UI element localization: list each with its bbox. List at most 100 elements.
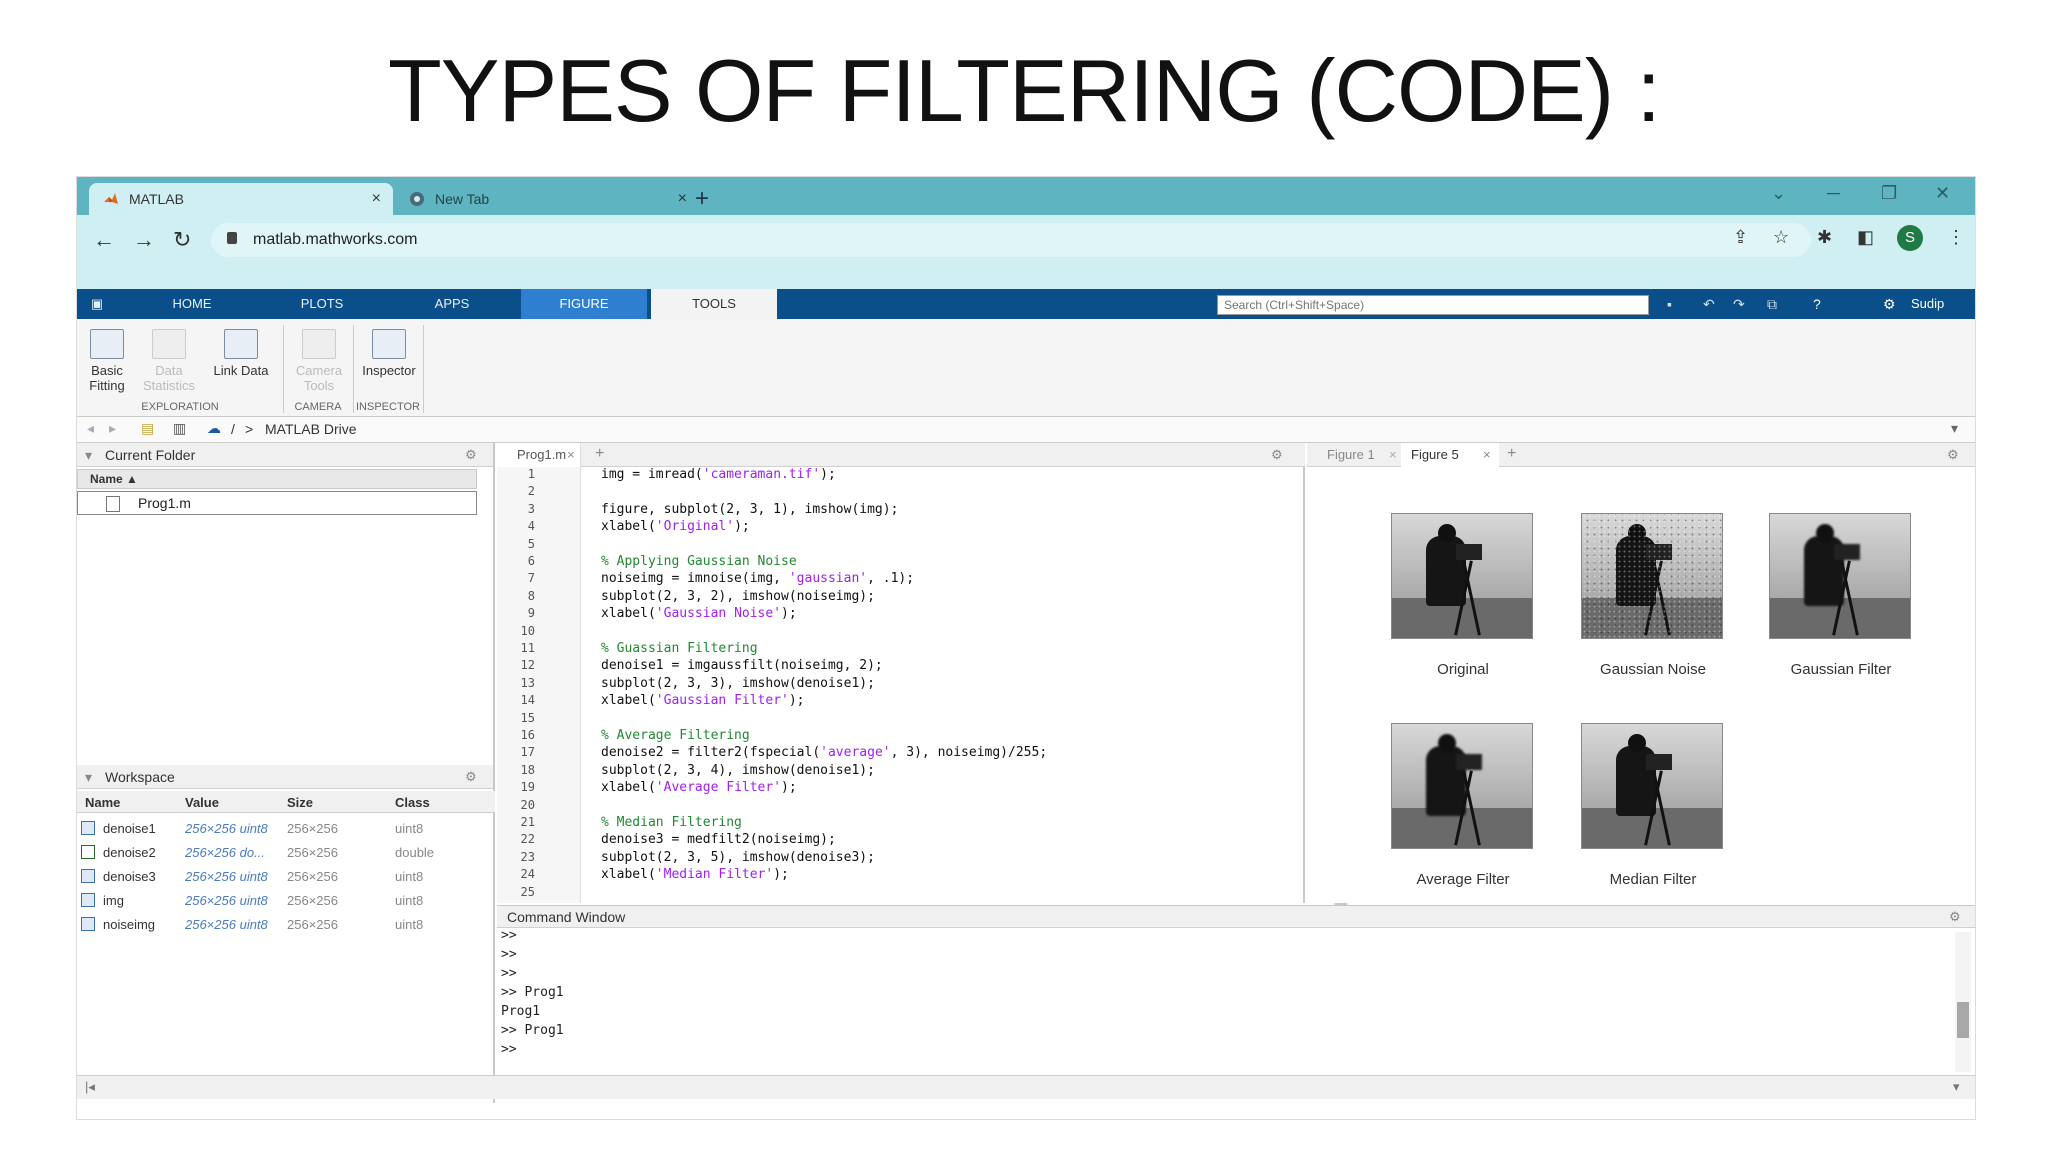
reload-icon[interactable]: ↻ bbox=[173, 227, 191, 253]
code-line[interactable]: 2 bbox=[497, 484, 1287, 503]
path-folder[interactable]: MATLAB Drive bbox=[265, 421, 357, 437]
editor-tab[interactable]: Prog1.m × bbox=[497, 443, 581, 467]
code-line[interactable]: 11 % Guassian Filtering bbox=[497, 641, 1287, 660]
chevron-down-icon[interactable]: ▾ bbox=[1951, 420, 1958, 437]
workspace-row[interactable]: denoise3 256×256 uint8 256×256 uint8 bbox=[77, 865, 495, 889]
tab-tools[interactable]: TOOLS bbox=[651, 289, 777, 319]
restore-icon[interactable]: ❐ bbox=[1881, 183, 1897, 204]
browser-tab-matlab[interactable]: MATLAB × bbox=[89, 183, 393, 215]
workspace-row[interactable]: denoise1 256×256 uint8 256×256 uint8 bbox=[77, 817, 495, 841]
code-line[interactable]: 12 denoise1 = imgaussfilt(noiseimg, 2); bbox=[497, 658, 1287, 677]
side-panel-icon[interactable]: ◧ bbox=[1857, 227, 1874, 248]
code-line[interactable]: 19 xlabel('Average Filter'); bbox=[497, 780, 1287, 799]
column-name[interactable]: Name bbox=[85, 795, 120, 810]
workspace-header[interactable]: ▾ Workspace ⚙ bbox=[77, 765, 493, 789]
star-icon[interactable]: ☆ bbox=[1773, 227, 1789, 248]
profile-avatar[interactable]: S bbox=[1897, 225, 1923, 251]
forward-arrow-icon[interactable]: ▸ bbox=[109, 420, 116, 437]
browse-folder-icon[interactable]: ▥ bbox=[173, 420, 186, 437]
more-menu-icon[interactable]: ⋮ bbox=[1947, 227, 1965, 248]
code-line[interactable]: 23 subplot(2, 3, 5), imshow(denoise3); bbox=[497, 850, 1287, 869]
collapse-icon[interactable]: ▾ bbox=[85, 769, 92, 786]
column-size[interactable]: Size bbox=[287, 795, 313, 810]
forward-arrow-icon[interactable]: → bbox=[133, 227, 155, 253]
figure-tab-active[interactable]: Figure 5 × bbox=[1401, 443, 1499, 467]
code-line[interactable]: 3 figure, subplot(2, 3, 1), imshow(img); bbox=[497, 502, 1287, 521]
status-collapse-icon[interactable]: ▾ bbox=[1953, 1079, 1960, 1095]
gear-icon[interactable]: ⚙ bbox=[1271, 447, 1283, 463]
tab-plots[interactable]: PLOTS bbox=[267, 289, 377, 319]
back-arrow-icon[interactable]: ← bbox=[93, 227, 115, 253]
new-figure-tab-icon[interactable]: + bbox=[1507, 445, 1516, 463]
column-value[interactable]: Value bbox=[185, 795, 219, 810]
camera-tools-button[interactable]: Camera Tools bbox=[289, 329, 349, 393]
redo-icon[interactable]: ↷ bbox=[1733, 296, 1745, 313]
code-line[interactable]: 9 xlabel('Gaussian Noise'); bbox=[497, 606, 1287, 625]
tab-figure[interactable]: FIGURE bbox=[521, 289, 647, 319]
gear-icon[interactable]: ⚙ bbox=[1949, 909, 1961, 925]
address-bar[interactable]: matlab.mathworks.com bbox=[211, 223, 1811, 257]
collapse-icon[interactable]: ▾ bbox=[85, 447, 92, 464]
window-close-icon[interactable]: ✕ bbox=[1935, 183, 1950, 204]
scrollbar-thumb[interactable] bbox=[1957, 1002, 1969, 1038]
layout-icon[interactable]: ▣ bbox=[77, 289, 117, 319]
gear-icon[interactable]: ⚙ bbox=[465, 769, 477, 785]
close-tab-icon[interactable]: × bbox=[372, 190, 381, 208]
figure-tab[interactable]: Figure 1 bbox=[1327, 447, 1375, 462]
code-line[interactable]: 15 bbox=[497, 711, 1287, 730]
workspace-row[interactable]: noiseimg 256×256 uint8 256×256 uint8 bbox=[77, 913, 495, 937]
user-menu[interactable]: Sudip bbox=[1911, 296, 1944, 311]
save-icon[interactable]: ▪ bbox=[1667, 296, 1672, 312]
code-line[interactable]: 18 subplot(2, 3, 4), imshow(denoise1); bbox=[497, 763, 1287, 782]
command-window-scrollbar[interactable] bbox=[1955, 932, 1971, 1072]
data-statistics-button[interactable]: Data Statistics bbox=[139, 329, 199, 393]
inspector-button[interactable]: Inspector bbox=[359, 329, 419, 378]
close-icon[interactable]: × bbox=[1389, 447, 1397, 462]
path-root[interactable]: / bbox=[231, 421, 235, 437]
code-line[interactable]: 8 subplot(2, 3, 2), imshow(noiseimg); bbox=[497, 589, 1287, 608]
close-icon[interactable]: × bbox=[1483, 447, 1491, 462]
code-line[interactable]: 5 bbox=[497, 537, 1287, 556]
tab-apps[interactable]: APPS bbox=[397, 289, 507, 319]
new-file-tab-icon[interactable]: + bbox=[595, 445, 604, 463]
workspace-row[interactable]: img 256×256 uint8 256×256 uint8 bbox=[77, 889, 495, 913]
current-folder-header[interactable]: ▾ Current Folder ⚙ bbox=[77, 443, 493, 467]
file-item[interactable]: Prog1.m bbox=[77, 491, 477, 515]
code-line[interactable]: 17 denoise2 = filter2(fspecial('average',… bbox=[497, 745, 1287, 764]
command-window[interactable]: Command Window ⚙ >> >> >> >> Prog1 Prog1… bbox=[497, 905, 1975, 1075]
close-icon[interactable]: × bbox=[567, 447, 575, 462]
basic-fitting-button[interactable]: Basic Fitting bbox=[77, 329, 137, 393]
gear-icon[interactable]: ⚙ bbox=[465, 447, 477, 463]
code-line[interactable]: 24 xlabel('Median Filter'); bbox=[497, 867, 1287, 886]
code-line[interactable]: 14 xlabel('Gaussian Filter'); bbox=[497, 693, 1287, 712]
code-line[interactable]: 6 % Applying Gaussian Noise bbox=[497, 554, 1287, 573]
folder-column-header[interactable]: Name ▲ bbox=[77, 469, 477, 489]
workspace-row[interactable]: denoise2 256×256 do... 256×256 double bbox=[77, 841, 495, 865]
folder-up-icon[interactable]: ▤ bbox=[141, 420, 154, 437]
code-line[interactable]: 21 % Median Filtering bbox=[497, 815, 1287, 834]
extensions-icon[interactable]: ✱ bbox=[1817, 227, 1832, 248]
link-data-button[interactable]: Link Data bbox=[203, 329, 279, 378]
new-tab-button[interactable]: + bbox=[695, 185, 709, 213]
code-line[interactable]: 1 img = imread('cameraman.tif'); bbox=[497, 467, 1287, 486]
code-line[interactable]: 4 xlabel('Original'); bbox=[497, 519, 1287, 538]
close-tab-icon[interactable]: × bbox=[678, 190, 687, 208]
chevron-down-icon[interactable]: ⌄ bbox=[1771, 183, 1786, 204]
code-line[interactable]: 25 bbox=[497, 885, 1287, 904]
code-line[interactable]: 13 subplot(2, 3, 3), imshow(denoise1); bbox=[497, 676, 1287, 695]
share-icon[interactable]: ⇪ bbox=[1733, 227, 1748, 248]
undo-icon[interactable]: ↶ bbox=[1703, 296, 1715, 313]
column-name[interactable]: Name ▲ bbox=[90, 472, 138, 486]
code-line[interactable]: 7 noiseimg = imnoise(img, 'gaussian', .1)… bbox=[497, 571, 1287, 590]
tab-home[interactable]: HOME bbox=[137, 289, 247, 319]
gear-icon[interactable]: ⚙ bbox=[1883, 296, 1896, 313]
help-icon[interactable]: ? bbox=[1813, 296, 1821, 312]
browser-tab-new[interactable]: New Tab × bbox=[395, 183, 699, 215]
gear-icon[interactable]: ⚙ bbox=[1947, 447, 1959, 463]
code-line[interactable]: 10 bbox=[497, 624, 1287, 643]
back-arrow-icon[interactable]: ◂ bbox=[87, 420, 94, 437]
column-class[interactable]: Class bbox=[395, 795, 430, 810]
window-layout-icon[interactable]: ⧉ bbox=[1767, 296, 1777, 313]
code-line[interactable]: 20 bbox=[497, 798, 1287, 817]
code-line[interactable]: 16 % Average Filtering bbox=[497, 728, 1287, 747]
